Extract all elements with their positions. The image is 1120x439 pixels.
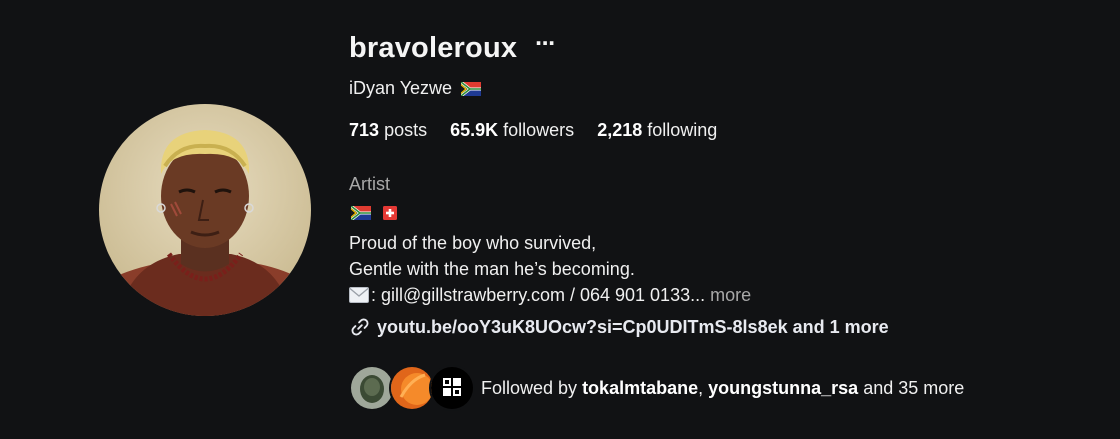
ellipsis-icon[interactable]: ⋯ [535, 34, 556, 54]
follower-avatar[interactable] [429, 365, 475, 411]
follower-avatar-image [351, 367, 393, 409]
profile-category: Artist [349, 174, 391, 194]
switzerland-flag-icon [383, 206, 397, 220]
followed-by-text: Followed by tokalmtabane, youngstunna_rs… [481, 378, 964, 399]
posts-count: 713 [349, 120, 380, 140]
south-africa-flag-icon [461, 81, 482, 96]
followed-by-separator: , [698, 377, 704, 398]
profile-bio: Proud of the boy who survived, Gentle wi… [349, 230, 751, 308]
posts-label: posts [384, 120, 428, 140]
external-link[interactable]: youtu.be/ooY3uK8UOcw?si=Cp0UDITmS-8ls8ek… [349, 316, 889, 338]
bio-more-link[interactable]: more [710, 285, 751, 305]
full-name-row: iDyan Yezwe [349, 78, 482, 99]
profile-avatar[interactable] [99, 104, 311, 316]
bio-flags [351, 206, 397, 220]
posts-stat[interactable]: 713 posts [349, 120, 427, 141]
bio-contact-line: : gill@gillstrawberry.com / 064 901 0133… [349, 282, 751, 308]
followers-label: followers [503, 120, 575, 140]
south-africa-flag-icon [351, 206, 371, 220]
profile-stats: 713 posts 65.9K followers 2,218 followin… [349, 120, 740, 141]
follower-avatar-image [391, 367, 433, 409]
follower-avatar-image [431, 367, 473, 409]
followed-by-prefix: Followed by [481, 377, 578, 398]
following-stat[interactable]: 2,218 following [597, 120, 717, 141]
followers-count: 65.9K [450, 120, 499, 140]
followed-by-suffix: and 35 more [863, 377, 965, 398]
following-count: 2,218 [597, 120, 643, 140]
follower-avatars [349, 365, 475, 411]
following-label: following [647, 120, 718, 140]
bio-line: Proud of the boy who survived, [349, 233, 597, 253]
envelope-icon [349, 287, 369, 303]
followers-stat[interactable]: 65.9K followers [450, 120, 574, 141]
bio-contact-text: : gill@gillstrawberry.com / 064 901 0133… [371, 285, 706, 305]
avatar-illustration [99, 104, 311, 316]
username[interactable]: bravoleroux [349, 32, 517, 65]
follower-username[interactable]: tokalmtabane [582, 378, 698, 398]
profile-page: bravoleroux ⋯ iDyan Yezwe 713 posts 65.9… [0, 0, 1120, 439]
full-name: iDyan Yezwe [349, 78, 453, 98]
followed-by-row[interactable]: Followed by tokalmtabane, youngstunna_rs… [349, 365, 964, 411]
bio-line: Gentle with the man he’s becoming. [349, 259, 635, 279]
external-link-text: youtu.be/ooY3uK8UOcw?si=Cp0UDITmS-8ls8ek… [377, 316, 889, 337]
username-row: bravoleroux ⋯ [349, 28, 556, 68]
link-icon [351, 318, 369, 336]
follower-username[interactable]: youngstunna_rsa [708, 378, 858, 398]
